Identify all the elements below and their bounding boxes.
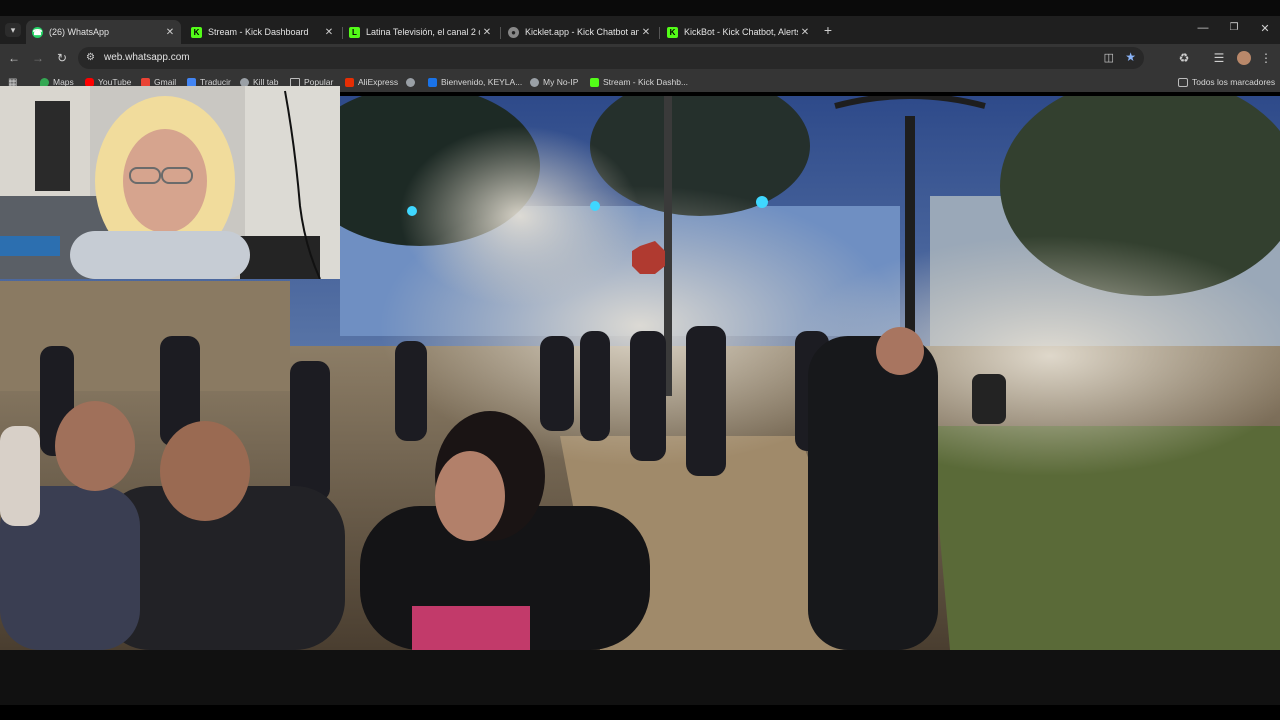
- noip-icon: [530, 77, 539, 87]
- tab-label: Stream - Kick Dashboard: [208, 27, 309, 37]
- bookmark-site-icon: [428, 77, 437, 87]
- tab-strip: ▾ ☎ (26) WhatsApp ✕ K Stream - Kick Dash…: [0, 16, 1280, 44]
- tab-whatsapp[interactable]: ☎ (26) WhatsApp ✕: [26, 20, 181, 44]
- tab-kicklet[interactable]: ● Kicklet.app - Kick Chatbot and ✕: [502, 20, 657, 44]
- forward-button[interactable]: →: [30, 50, 46, 66]
- kickbot-icon: K: [667, 26, 678, 38]
- latina-icon: L: [349, 26, 360, 38]
- back-button[interactable]: ←: [6, 50, 22, 66]
- close-icon[interactable]: ✕: [480, 27, 494, 38]
- bookmark-bienvenido[interactable]: Bienvenido, KEYLA...: [428, 76, 522, 88]
- reload-button[interactable]: ↻: [54, 50, 70, 66]
- tab-label: (26) WhatsApp: [49, 27, 110, 37]
- media-controls-icon[interactable]: ☰: [1211, 50, 1227, 66]
- window-bottom-edge: [0, 705, 1280, 720]
- aliexpress-icon: [345, 77, 354, 87]
- bookmark-label: AliExpress: [358, 77, 399, 87]
- kicklet-icon: ●: [508, 26, 519, 38]
- star-icon[interactable]: ★: [1125, 50, 1136, 64]
- kick-icon: K: [191, 26, 202, 38]
- profile-avatar[interactable]: [1236, 50, 1252, 66]
- bookmark-aliexpress[interactable]: AliExpress: [345, 76, 398, 88]
- bookmark-kick-dashboard[interactable]: Stream - Kick Dashb...: [590, 76, 688, 88]
- chevron-down-icon: ▾: [10, 24, 16, 35]
- url-text: web.whatsapp.com: [104, 52, 190, 63]
- install-app-icon[interactable]: ◫: [1104, 51, 1114, 64]
- all-bookmarks[interactable]: Todos los marcadores: [1178, 76, 1275, 88]
- folder-icon: [1178, 77, 1188, 87]
- bookmark-label: My No-IP: [543, 77, 579, 87]
- tab-label: KickBot - Kick Chatbot, Alerts,: [684, 27, 798, 37]
- tab-label: Kicklet.app - Kick Chatbot and: [525, 27, 639, 37]
- tab-divider: [500, 27, 501, 39]
- bookmark-label: Bienvenido, KEYLA...: [441, 77, 523, 87]
- kick-icon: [590, 77, 599, 87]
- tab-latina[interactable]: L Latina Televisión, el canal 2 de ✕: [343, 20, 498, 44]
- close-icon[interactable]: ✕: [798, 27, 812, 38]
- tab-label: Latina Televisión, el canal 2 de: [366, 27, 480, 37]
- browser-toolbar: ← → ↻ ⚙ web.whatsapp.com ◫ ★ ♻ ☰ ⋮: [0, 44, 1280, 72]
- tab-kick-dashboard[interactable]: K Stream - Kick Dashboard ✕: [185, 20, 340, 44]
- address-bar[interactable]: ⚙ web.whatsapp.com ◫ ★: [78, 47, 1144, 69]
- bookmark-github[interactable]: [406, 76, 419, 88]
- menu-icon[interactable]: ⋮: [1258, 50, 1274, 66]
- new-tab-button[interactable]: +: [820, 22, 836, 38]
- tab-divider: [659, 27, 660, 39]
- bookmark-label: Stream - Kick Dashb...: [603, 77, 689, 87]
- page-below-video: [0, 650, 1280, 705]
- close-icon[interactable]: ✕: [322, 27, 336, 38]
- all-bookmarks-label: Todos los marcadores: [1192, 77, 1276, 87]
- site-info-icon[interactable]: ⚙: [86, 52, 95, 63]
- restore-button[interactable]: ❐: [1225, 22, 1243, 38]
- whatsapp-icon: ☎: [32, 26, 43, 38]
- extensions-icon[interactable]: ♻: [1176, 50, 1192, 66]
- close-window-button[interactable]: ✕: [1256, 22, 1274, 38]
- window-top-edge: [0, 0, 1280, 16]
- close-icon[interactable]: ✕: [163, 27, 177, 38]
- github-icon: [406, 77, 415, 87]
- bookmark-my-noip[interactable]: My No-IP: [530, 76, 578, 88]
- minimize-button[interactable]: —: [1194, 22, 1212, 38]
- tab-kickbot[interactable]: K KickBot - Kick Chatbot, Alerts, ✕: [661, 20, 816, 44]
- webcam-image: [0, 86, 340, 279]
- webcam-overlay: [0, 86, 340, 279]
- close-icon[interactable]: ✕: [639, 27, 653, 38]
- tab-search-button[interactable]: ▾: [5, 23, 21, 37]
